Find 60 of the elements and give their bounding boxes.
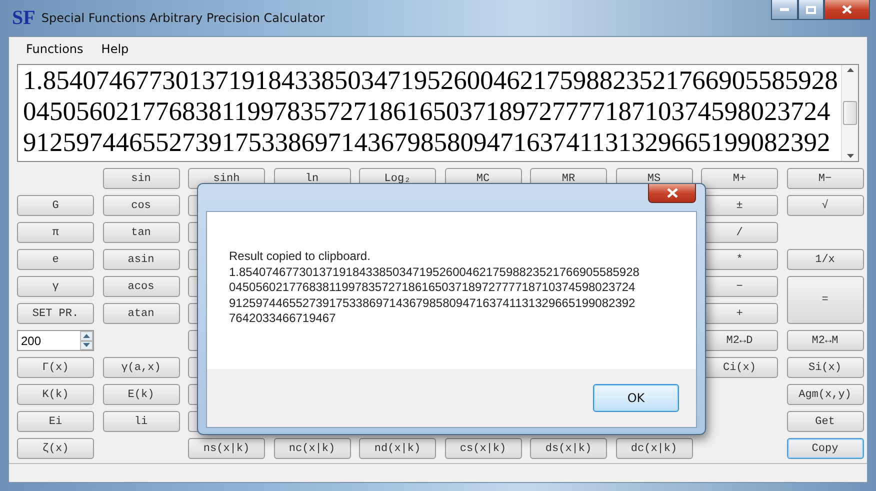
dialog-close-button[interactable] [648, 184, 696, 203]
result-line: 1.854074677301371918433850347195260046217598823521766905585928 [23, 65, 839, 96]
result-line: 0450560217768381199783572718616503718972777718710374598023724 [23, 96, 832, 127]
calculator-key[interactable]: Get [786, 411, 864, 432]
scroll-thumb[interactable] [843, 101, 857, 125]
calculator-key[interactable]: Copy [786, 438, 864, 459]
calculator-key[interactable]: 1/x [786, 249, 864, 270]
close-icon [842, 5, 852, 14]
close-button[interactable] [824, 0, 870, 20]
calculator-key[interactable]: cos [102, 195, 180, 216]
dialog-message-line: 1.854074677301371918433850347195260046217598823521766905585928 [229, 264, 640, 280]
calculator-key[interactable]: G [17, 195, 94, 216]
precision-spinbox[interactable]: 200 [17, 330, 94, 351]
calculator-key[interactable]: nc(x|k) [274, 438, 350, 459]
calculator-key[interactable]: Si(x) [786, 357, 864, 378]
calculator-key[interactable]: Ei [17, 411, 94, 432]
calculator-key[interactable]: li [102, 411, 180, 432]
calculator-key[interactable]: = [786, 276, 864, 324]
calculator-key[interactable]: acos [102, 276, 180, 297]
result-display[interactable]: 1.854074677301371918433850347195260046217598823521766905585928 0450560217768381199783572718616503718972777718710374598023724 9125974465527391753386971436798580947163741131329665199082392 [17, 64, 859, 162]
close-icon [666, 188, 678, 198]
window-title: Special Functions Arbitrary Precision Calculator [41, 11, 326, 25]
calculator-key[interactable]: tan [102, 222, 180, 243]
calculator-key[interactable]: K(k) [17, 384, 94, 405]
calculator-key[interactable]: E(k) [102, 384, 180, 405]
scrollbar[interactable] [841, 65, 858, 161]
calculator-key[interactable]: γ [17, 276, 94, 297]
maximize-icon [806, 6, 816, 14]
calculator-key[interactable]: ζ(x) [17, 438, 94, 459]
calculator-key[interactable]: asin [102, 249, 180, 270]
calculator-key[interactable]: Γ(x) [17, 357, 94, 378]
minimize-button[interactable] [771, 0, 798, 20]
calculator-key[interactable]: π [17, 222, 94, 243]
dialog-message-line: Result copied to clipboard. [229, 249, 372, 264]
calculator-key[interactable]: SET PR. [17, 303, 94, 324]
dialog-message-line: 9125974465527391753386971436798580947163741131329665199082392 [229, 296, 636, 311]
menu-item[interactable]: Functions [17, 42, 92, 56]
spin-up-icon[interactable] [80, 331, 93, 340]
calculator-key[interactable]: nd(x|k) [359, 438, 436, 459]
app-logo: SF [12, 6, 36, 30]
calculator-key[interactable]: √ [786, 195, 864, 216]
calculator-key[interactable]: sin [102, 168, 180, 189]
calculator-key[interactable]: M2↔M [786, 330, 864, 351]
calculator-key[interactable]: dc(x|k) [616, 438, 692, 459]
calculator-key[interactable]: ds(x|k) [530, 438, 607, 459]
result-line: 9125974465527391753386971436798580947163741131329665199082392 [23, 127, 832, 158]
dialog-message-line: 0450560217768381199783572718616503718972777718710374598023724 [229, 280, 636, 296]
calculator-key[interactable]: ns(x|k) [188, 438, 265, 459]
calculator-key[interactable]: M− [786, 168, 864, 189]
minimize-icon [780, 8, 789, 11]
dialog-message-line: 7642033466719467 [229, 311, 337, 326]
calculator-key[interactable]: M+ [701, 168, 778, 189]
calculator-key[interactable]: cs(x|k) [444, 438, 522, 459]
calculator-key[interactable]: Agm(x,y) [786, 384, 864, 405]
calculator-key[interactable]: e [17, 249, 94, 270]
maximize-button[interactable] [798, 0, 824, 20]
calculator-key[interactable]: atan [102, 303, 180, 324]
ok-button[interactable]: OK [593, 384, 679, 412]
menu-item[interactable]: Help [92, 42, 138, 56]
calculator-key[interactable]: γ(a,x) [102, 357, 180, 378]
